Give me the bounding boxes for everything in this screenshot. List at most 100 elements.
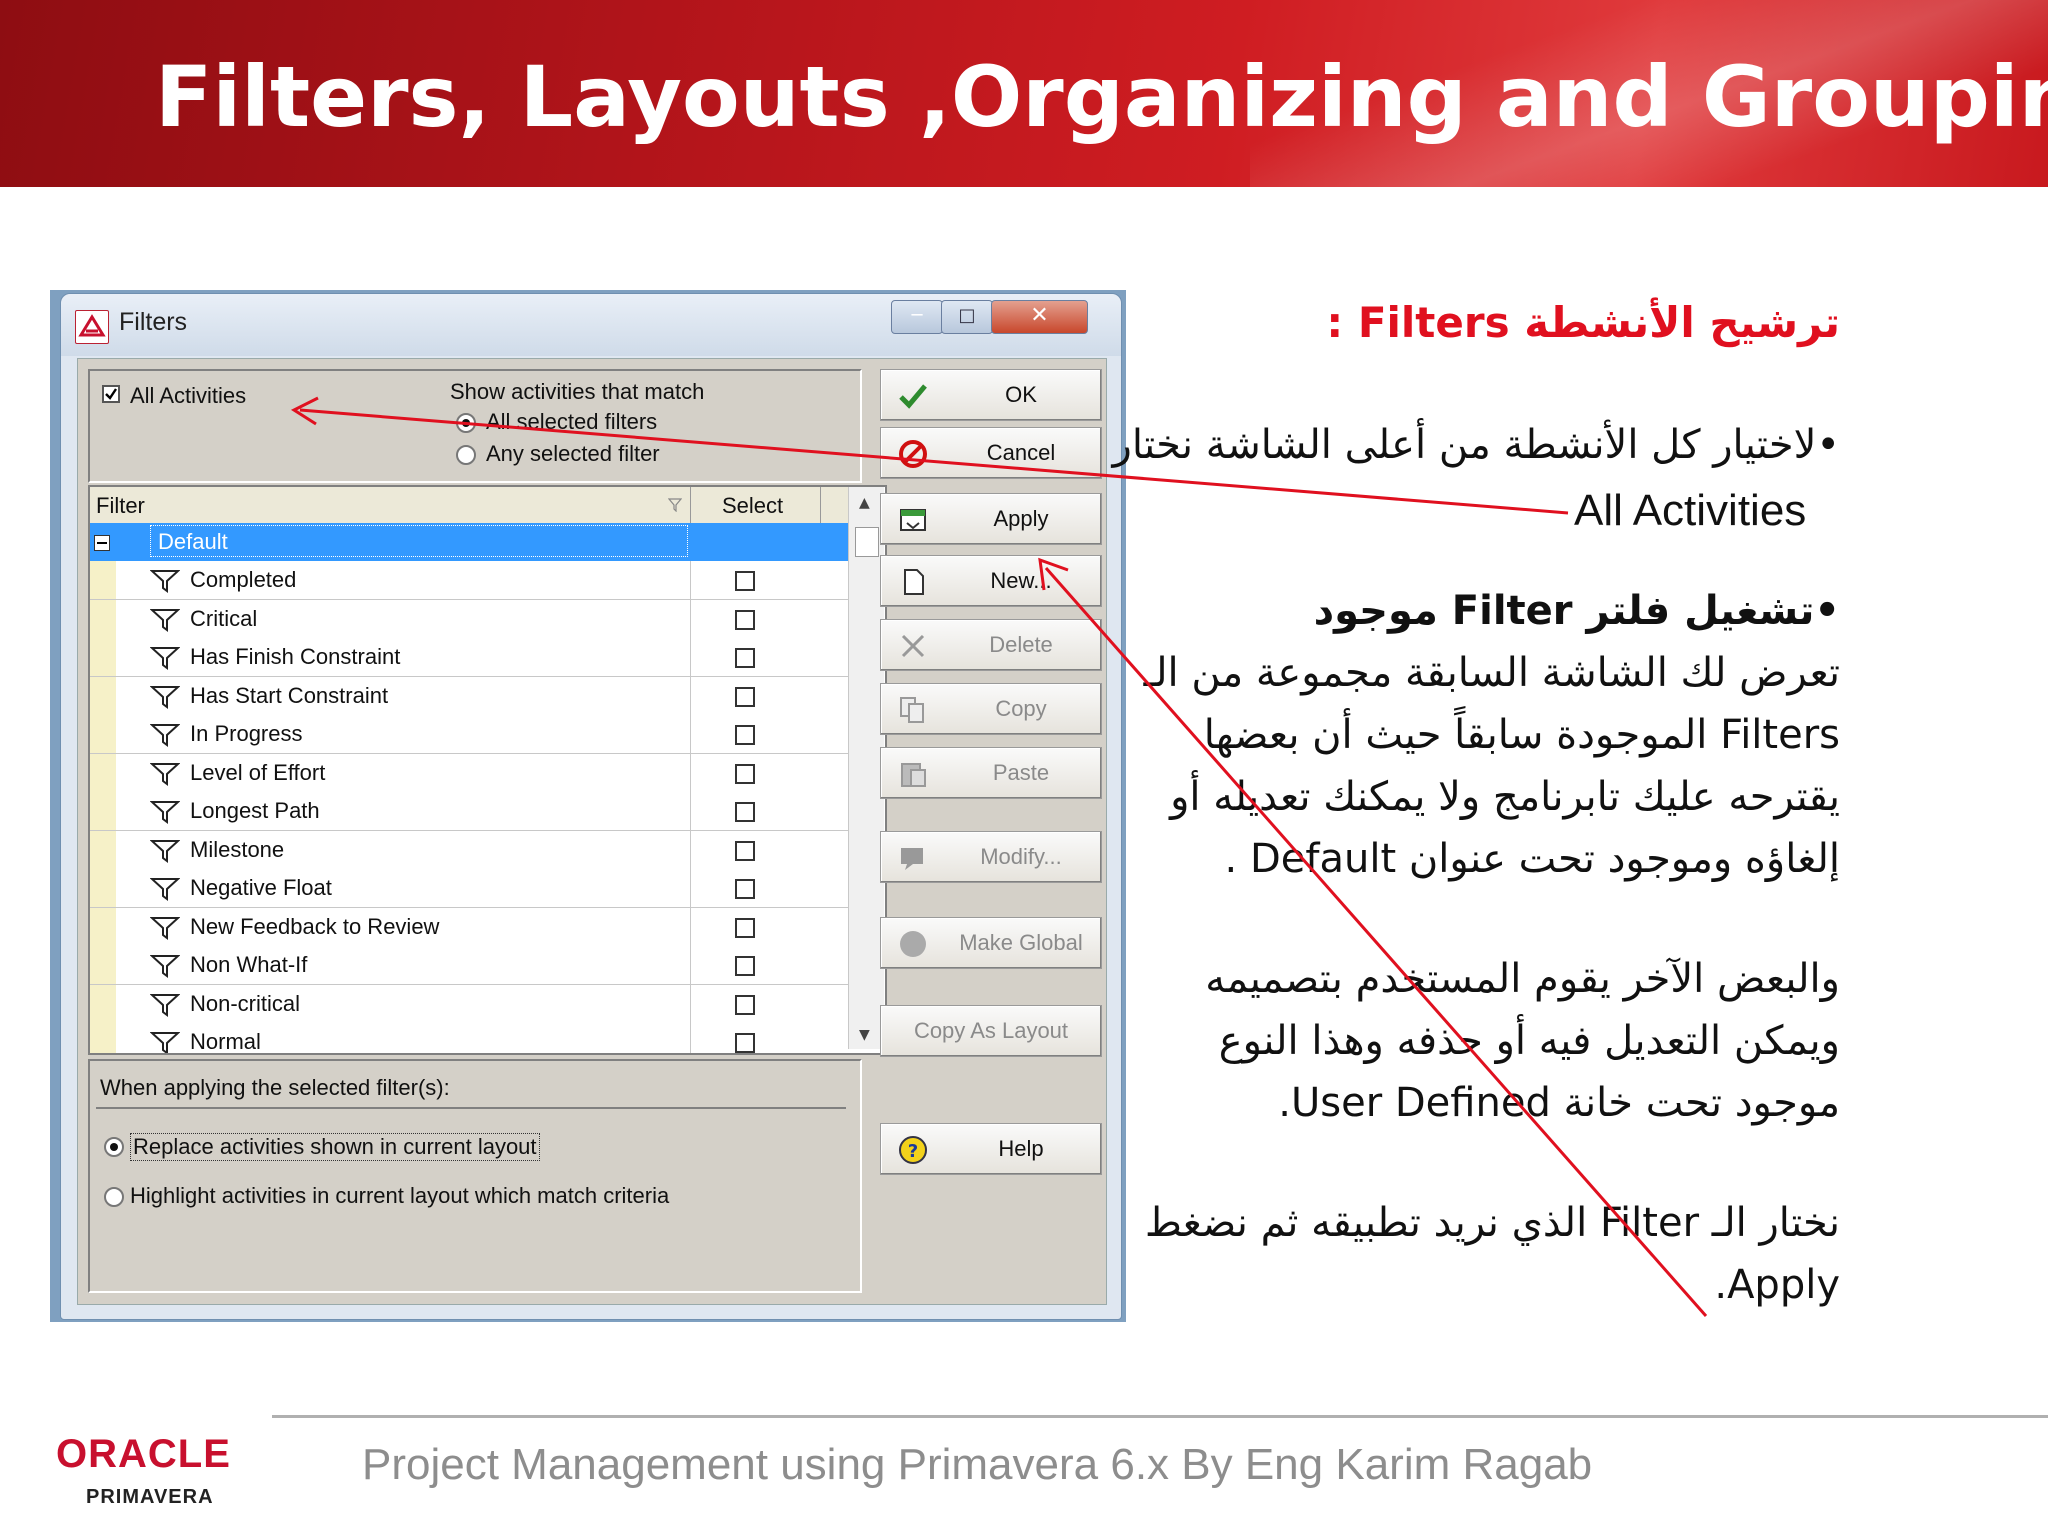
modify-button[interactable]: Modify... — [880, 831, 1102, 883]
match-heading: Show activities that match — [450, 379, 705, 404]
filter-select-checkbox[interactable] — [735, 994, 755, 1015]
collapse-icon[interactable] — [94, 535, 110, 551]
filter-select-checkbox[interactable] — [735, 879, 755, 899]
footer-credit: Project Management using Primavera 6.x B… — [362, 1440, 1593, 1489]
row-separator — [690, 869, 691, 907]
note-p3-line1: والبعض الآخر يقوم المستخدم بتصميمه — [1205, 956, 1840, 1002]
row-separator — [690, 907, 691, 946]
filter-select-checkbox[interactable] — [735, 686, 755, 707]
note-p2-line2: Filters الموجودة سابقاً حيث أن بعضها — [1203, 712, 1840, 758]
filter-funnel-icon — [150, 685, 180, 709]
filter-select-checkbox[interactable] — [735, 956, 755, 976]
row-separator — [690, 676, 691, 715]
filter-select-checkbox[interactable] — [735, 917, 755, 938]
close-button[interactable]: ✕ — [991, 300, 1088, 334]
filter-select-checkbox[interactable] — [735, 609, 755, 630]
row-indent — [90, 561, 116, 599]
filter-select-checkbox[interactable] — [735, 763, 755, 784]
row-indent — [90, 984, 116, 1023]
filter-select-checkbox[interactable] — [735, 725, 755, 745]
filter-funnel-icon — [150, 724, 180, 747]
copy-as-layout-button[interactable]: Copy As Layout — [880, 1005, 1102, 1057]
copy-button[interactable]: Copy — [880, 683, 1102, 735]
filter-name: Completed — [190, 567, 297, 592]
filter-row[interactable]: Level of Effort — [90, 753, 848, 793]
row-indent — [90, 599, 116, 638]
apply-divider — [96, 1107, 846, 1109]
row-separator — [690, 561, 691, 599]
filter-row[interactable]: Has Finish Constraint — [90, 638, 848, 677]
note-p3-line2: ويمكن التعديل فيه أو حذفه وهذا النوع — [1218, 1018, 1840, 1064]
filter-select-checkbox[interactable] — [735, 802, 755, 822]
filter-row[interactable]: Normal — [90, 1023, 848, 1053]
replace-activities-radio[interactable] — [104, 1137, 124, 1157]
paste-button[interactable]: Paste — [880, 747, 1102, 799]
modify-icon — [901, 848, 923, 870]
minimize-button[interactable]: ─ — [891, 300, 943, 334]
filter-row[interactable]: New Feedback to Review — [90, 907, 848, 947]
header-separator — [820, 487, 821, 523]
new-button[interactable]: New... — [880, 555, 1102, 607]
group-row-default[interactable]: Default — [90, 523, 848, 561]
notes-heading: ترشيح الأنشطة Filters : — [1326, 298, 1840, 347]
scroll-down-icon[interactable]: ▼ — [859, 1027, 870, 1043]
slide-title: Filters, Layouts ,Organizing and Groupin… — [155, 48, 2048, 146]
scroll-up-icon[interactable]: ▲ — [859, 495, 870, 511]
filter-row[interactable]: Negative Float — [90, 869, 848, 908]
filter-row[interactable]: Non What-If — [90, 946, 848, 985]
filter-select-checkbox[interactable] — [735, 840, 755, 861]
filter-row[interactable]: Has Start Constraint — [90, 676, 848, 716]
filter-funnel-icon — [150, 839, 180, 863]
row-indent — [90, 869, 116, 907]
filter-name: Has Start Constraint — [190, 682, 389, 708]
column-select-header[interactable]: Select — [722, 493, 783, 519]
svg-text:?: ? — [908, 1141, 918, 1162]
filter-row[interactable]: Milestone — [90, 830, 848, 870]
all-activities-checkbox[interactable] — [102, 385, 120, 403]
filter-funnel-icon — [150, 608, 180, 632]
filter-select-checkbox[interactable] — [735, 648, 755, 668]
note-p4-line1: نختار الـ Filter الذي نريد تطبيقه ثم نضغ… — [1144, 1200, 1840, 1246]
scroll-thumb[interactable] — [855, 527, 879, 557]
delete-icon — [901, 634, 925, 658]
all-activities-label: All Activities — [130, 383, 247, 408]
match-all-radio[interactable] — [456, 413, 476, 433]
cancel-button[interactable]: Cancel — [880, 427, 1102, 479]
filter-name: In Progress — [190, 721, 303, 746]
delete-button[interactable]: Delete — [880, 619, 1102, 671]
maximize-button[interactable]: □ — [941, 300, 993, 334]
match-all-label: All selected filters — [486, 409, 658, 434]
globe-icon — [900, 931, 926, 957]
filter-row[interactable]: Completed — [90, 561, 848, 600]
oracle-logo: ORACLE — [56, 1432, 231, 1476]
filter-funnel-icon[interactable] — [667, 497, 683, 513]
highlight-activities-radio[interactable] — [104, 1187, 124, 1207]
grid-scrollbar[interactable]: ▲ ▼ — [848, 487, 884, 1049]
filter-row[interactable]: Non-critical — [90, 984, 848, 1024]
dialog-title: Filters — [119, 308, 188, 336]
match-any-label: Any selected filter — [486, 441, 660, 466]
apply-button[interactable]: Apply — [880, 493, 1102, 545]
note-p2-line4: إلغاؤه وموجود تحت عنوان Default . — [1224, 836, 1840, 882]
grid-header: Filter Select — [90, 487, 870, 525]
ok-button[interactable]: OK — [880, 369, 1102, 421]
match-any-radio[interactable] — [456, 445, 476, 465]
row-indent — [90, 830, 116, 869]
filter-row[interactable]: Longest Path — [90, 792, 848, 831]
filter-row[interactable]: In Progress — [90, 715, 848, 754]
filter-select-checkbox[interactable] — [735, 571, 755, 591]
row-separator — [690, 830, 691, 869]
help-button[interactable]: ? Help — [880, 1123, 1102, 1175]
apply-options: When applying the selected filter(s): Re… — [88, 1059, 862, 1293]
filter-funnel-icon — [150, 1032, 180, 1053]
filter-row[interactable]: Critical — [90, 599, 848, 639]
filter-name: Non What-If — [190, 952, 308, 977]
filter-select-checkbox[interactable] — [735, 1033, 755, 1053]
note-p4-line2: Apply. — [1714, 1262, 1840, 1308]
column-filter-header[interactable]: Filter — [96, 493, 145, 519]
make-global-button[interactable]: Make Global — [880, 917, 1102, 969]
row-separator — [690, 946, 691, 984]
dialog-titlebar[interactable]: Filters ─ □ ✕ — [61, 294, 1121, 356]
filter-name: Critical — [190, 605, 258, 631]
row-indent — [90, 676, 116, 715]
